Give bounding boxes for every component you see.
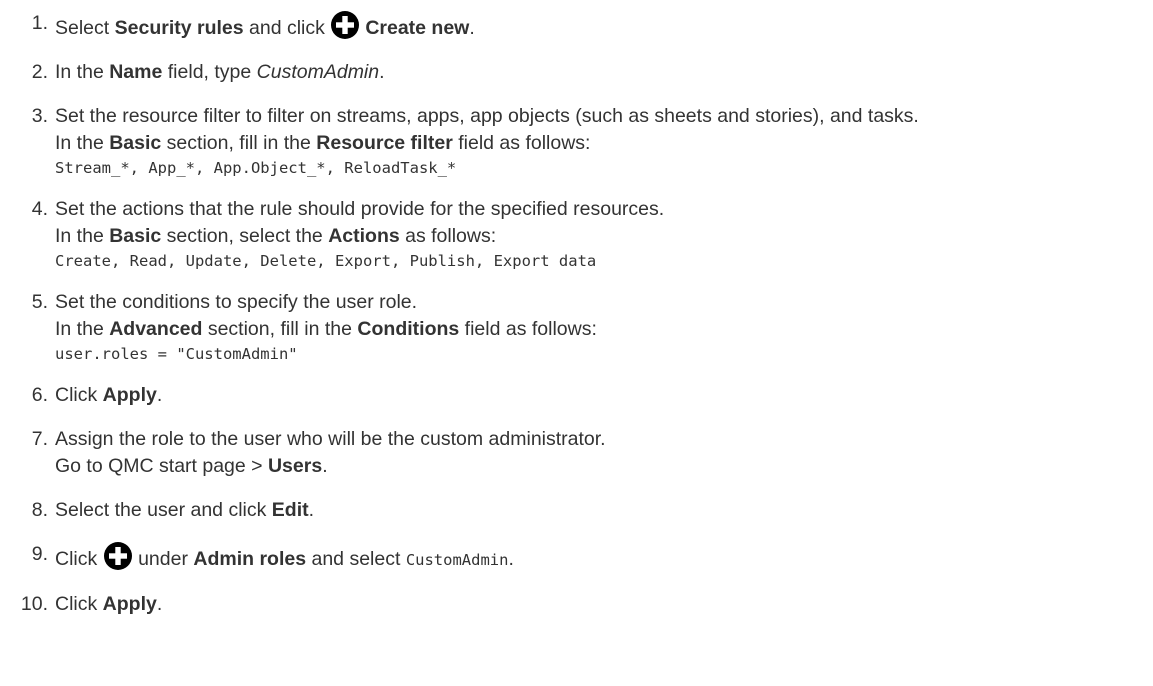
step-body: Assign the role to the user who will be … [55, 426, 1153, 480]
step-detail: In the Basic section, fill in the Resour… [55, 130, 1153, 157]
step-detail: Go to QMC start page > Users. [55, 453, 1153, 480]
step-text: . [469, 17, 475, 39]
step-detail: In the Basic section, select the Actions… [55, 223, 1153, 250]
value-text: CustomAdmin [256, 61, 380, 83]
step-4: 4. Set the actions that the rule should … [0, 196, 1153, 272]
ui-term: Apply [102, 384, 157, 406]
step-text: Click [55, 548, 103, 570]
step-8: 8. Select the user and click Edit. [0, 497, 1153, 524]
step-text: Click [55, 593, 103, 615]
step-text: . [308, 499, 315, 521]
step-text: section, fill in the [202, 318, 358, 340]
step-body: In the Name field, type CustomAdmin. [55, 59, 1153, 86]
code-snippet: Stream_*, App_*, App.Object_*, ReloadTas… [55, 159, 457, 177]
step-number: 7. [31, 428, 48, 450]
step-intro: Set the actions that the rule should pro… [55, 198, 665, 220]
step-text: . [322, 455, 328, 477]
step-number: 9. [31, 543, 48, 565]
step-detail: In the Advanced section, fill in the Con… [55, 316, 1153, 343]
step-body: Click Apply. [55, 382, 1153, 409]
step-text: . [156, 384, 163, 406]
ui-term: Basic [109, 225, 162, 247]
step-text: section, fill in the [161, 132, 317, 154]
step-7: 7. Assign the role to the user who will … [0, 426, 1153, 480]
step-number: 8. [31, 499, 48, 521]
step-text: . [156, 593, 163, 615]
step-text: Go to QMC start page > [55, 455, 268, 477]
ui-term: Resource filter [316, 132, 453, 154]
ui-term: Advanced [109, 318, 203, 340]
step-number: 6. [31, 384, 48, 406]
step-text: Click [55, 384, 103, 406]
code-snippet: user.roles = "CustomAdmin" [55, 345, 298, 363]
step-text: In the [55, 61, 110, 83]
plus-circle-icon [330, 10, 360, 40]
step-number: 3. [31, 105, 48, 127]
step-1: 1. Select Security rules and click Creat… [0, 10, 1153, 42]
step-body: Set the conditions to specify the user r… [55, 289, 1153, 365]
ui-term: Apply [102, 593, 157, 615]
step-intro: Assign the role to the user who will be … [55, 428, 606, 450]
code-snippet: Create, Read, Update, Delete, Export, Pu… [55, 252, 597, 270]
step-number: 5. [31, 291, 48, 313]
step-body: Set the resource filter to filter on str… [55, 103, 1153, 179]
step-number: 10. [20, 593, 48, 615]
step-text: Select [55, 17, 115, 39]
step-text: field as follows: [452, 132, 591, 154]
step-text: field, type [162, 61, 257, 83]
step-text: Select the user and click [55, 499, 272, 521]
step-intro: Set the resource filter to filter on str… [55, 105, 919, 127]
step-number: 2. [31, 61, 48, 83]
plus-circle-icon [103, 541, 133, 571]
step-text: field as follows: [459, 318, 597, 340]
step-text: In the [55, 225, 110, 247]
step-body: Click Apply. [55, 591, 1153, 618]
step-number: 1. [31, 12, 48, 34]
ui-term: Admin roles [193, 548, 307, 570]
step-text: and click [243, 17, 331, 39]
ui-term: Actions [328, 225, 400, 247]
instruction-steps: 1. Select Security rules and click Creat… [0, 0, 1153, 618]
step-body: Select the user and click Edit. [55, 497, 1153, 524]
step-text: In the [55, 318, 110, 340]
ui-term: Create new [365, 17, 470, 39]
step-body: Click under Admin roles and select Custo… [55, 541, 1153, 574]
step-3: 3. Set the resource filter to filter on … [0, 103, 1153, 179]
step-5: 5. Set the conditions to specify the use… [0, 289, 1153, 365]
step-6: 6. Click Apply. [0, 382, 1153, 409]
ui-term: Conditions [357, 318, 460, 340]
step-text: . [508, 548, 514, 570]
step-text: In the [55, 132, 110, 154]
step-text: section, select the [161, 225, 329, 247]
step-2: 2. In the Name field, type CustomAdmin. [0, 59, 1153, 86]
ui-term: Users [267, 455, 323, 477]
step-text: under [132, 548, 194, 570]
ui-term: Security rules [114, 17, 244, 39]
step-10: 10. Click Apply. [0, 591, 1153, 618]
step-9: 9. Click under Admin roles and select Cu… [0, 541, 1153, 574]
step-body: Select Security rules and click Create n… [55, 10, 1153, 42]
step-body: Set the actions that the rule should pro… [55, 196, 1153, 272]
step-text: . [379, 61, 385, 83]
inline-code: CustomAdmin [405, 551, 509, 569]
step-intro: Set the conditions to specify the user r… [55, 291, 418, 313]
ui-term: Basic [109, 132, 162, 154]
step-text: as follows: [399, 225, 497, 247]
step-number: 4. [31, 198, 48, 220]
step-text: and select [306, 548, 406, 570]
ui-term: Name [109, 61, 163, 83]
ui-term: Edit [271, 499, 309, 521]
